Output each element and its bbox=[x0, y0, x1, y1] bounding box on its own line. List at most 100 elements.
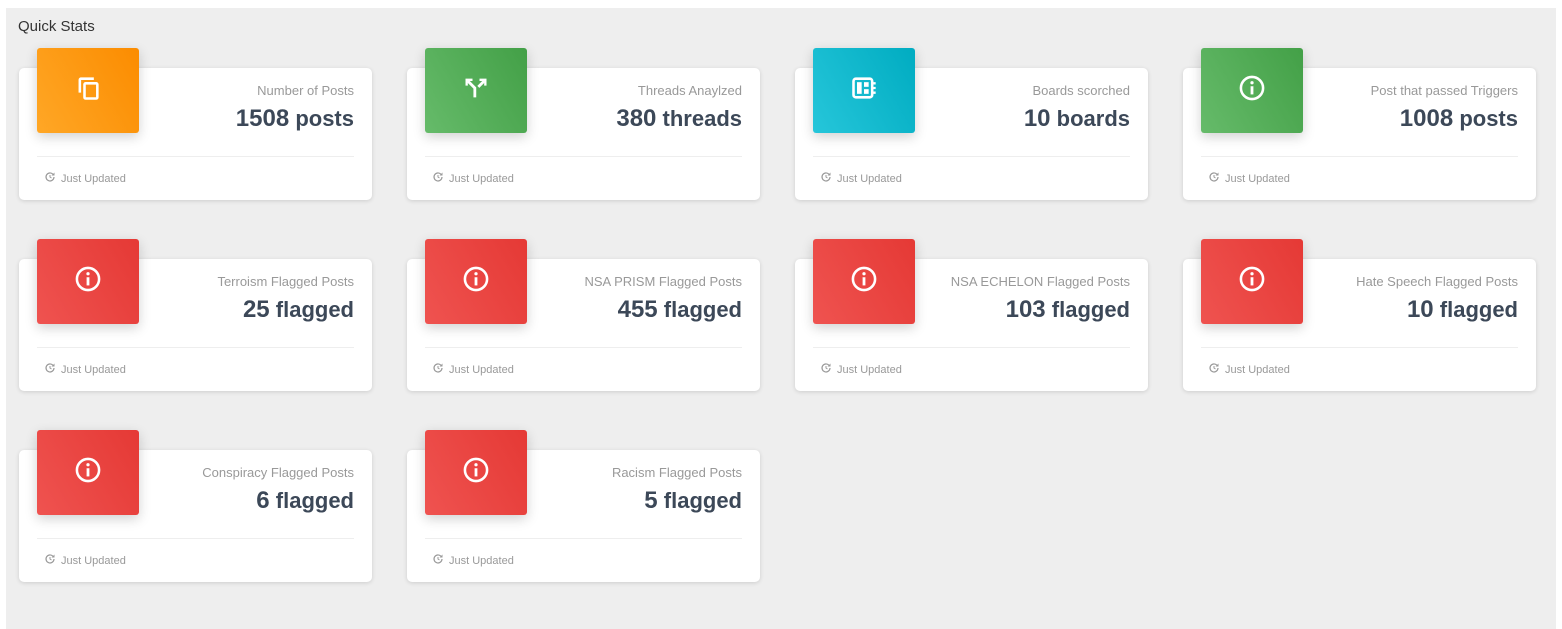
stats-grid: Number of Posts 1508 posts Just Updated … bbox=[19, 48, 1537, 582]
stat-card-unit: flagged bbox=[275, 297, 354, 322]
stat-card-footer: Just Updated bbox=[425, 156, 742, 196]
stat-card-category: Hate Speech Flagged Posts bbox=[1356, 274, 1518, 289]
update-icon bbox=[425, 553, 449, 568]
stat-card-number: 1008 bbox=[1399, 105, 1454, 132]
stat-card-value: 455 flagged bbox=[557, 293, 742, 327]
stat-card-category: Threads Anaylzed bbox=[637, 83, 742, 98]
stat-card-icon-box bbox=[813, 239, 915, 324]
stat-card-unit: posts bbox=[295, 106, 354, 131]
stat-card-number: 5 bbox=[644, 487, 658, 514]
stat-card-terrorism: Terroism Flagged Posts 25 flagged Just U… bbox=[19, 239, 372, 391]
stat-card-value: 1008 posts bbox=[1333, 102, 1518, 136]
stat-card-number: 380 bbox=[616, 105, 657, 132]
stat-card-icon-box bbox=[425, 48, 527, 133]
info-icon bbox=[462, 265, 490, 298]
stat-card-icon-box bbox=[1201, 48, 1303, 133]
stat-card-icon-box bbox=[425, 239, 527, 324]
stat-card-footer-text: Just Updated bbox=[449, 363, 514, 376]
stat-card-footer: Just Updated bbox=[1201, 156, 1518, 196]
stat-card-value: 25 flagged bbox=[169, 293, 354, 327]
stat-card-category: Racism Flagged Posts bbox=[611, 465, 742, 480]
update-icon bbox=[425, 362, 449, 377]
call-split-icon bbox=[462, 74, 490, 107]
stat-card-footer: Just Updated bbox=[813, 347, 1130, 387]
stat-card-value: 6 flagged bbox=[169, 484, 354, 518]
stat-card-category: Number of Posts bbox=[257, 83, 354, 98]
stat-card-category: Post that passed Triggers bbox=[1370, 83, 1518, 98]
stat-card-icon-box bbox=[425, 430, 527, 515]
update-icon bbox=[1201, 171, 1225, 186]
stat-card-footer-text: Just Updated bbox=[61, 554, 126, 567]
stat-card-value: 5 flagged bbox=[557, 484, 742, 518]
stat-card-category: Terroism Flagged Posts bbox=[217, 274, 354, 289]
stat-card-unit: posts bbox=[1459, 106, 1518, 131]
stat-card-footer: Just Updated bbox=[425, 347, 742, 387]
stat-card-unit: boards bbox=[1056, 106, 1130, 131]
stat-card-footer: Just Updated bbox=[813, 156, 1130, 196]
info-icon bbox=[462, 456, 490, 489]
stat-card-number: 1508 bbox=[235, 105, 290, 132]
info-icon bbox=[1238, 265, 1266, 298]
update-icon bbox=[37, 171, 61, 186]
info-icon bbox=[74, 265, 102, 298]
stat-card-footer: Just Updated bbox=[425, 538, 742, 578]
update-icon bbox=[813, 171, 837, 186]
stat-card-unit: flagged bbox=[275, 488, 354, 513]
stat-card-number: 103 bbox=[1005, 296, 1046, 323]
copy-icon bbox=[74, 74, 102, 107]
stat-card-number: 455 bbox=[617, 296, 658, 323]
stat-card-footer-text: Just Updated bbox=[61, 363, 126, 376]
stat-card-number: 25 bbox=[242, 296, 270, 323]
stat-card-footer-text: Just Updated bbox=[1225, 363, 1290, 376]
stat-card-icon-box bbox=[37, 430, 139, 515]
stat-card-value: 103 flagged bbox=[945, 293, 1130, 327]
stat-card-footer: Just Updated bbox=[37, 347, 354, 387]
stat-card-number: 10 bbox=[1023, 105, 1051, 132]
stat-card-hate-speech: Hate Speech Flagged Posts 10 flagged Jus… bbox=[1183, 239, 1536, 391]
quick-stats-panel: Quick Stats Number of Posts 1508 posts J… bbox=[6, 8, 1556, 629]
section-title: Quick Stats bbox=[18, 18, 95, 35]
stat-card-posts: Number of Posts 1508 posts Just Updated bbox=[19, 48, 372, 200]
stat-card-unit: flagged bbox=[663, 297, 742, 322]
info-icon bbox=[1238, 74, 1266, 107]
stat-card-category: Boards scorched bbox=[1032, 83, 1130, 98]
stat-card-value: 10 boards bbox=[945, 102, 1130, 136]
stat-card-unit: flagged bbox=[1051, 297, 1130, 322]
stat-card-footer-text: Just Updated bbox=[837, 172, 902, 185]
info-icon bbox=[74, 456, 102, 489]
stat-card-category: Conspiracy Flagged Posts bbox=[202, 465, 354, 480]
stat-card-triggers: Post that passed Triggers 1008 posts Jus… bbox=[1183, 48, 1536, 200]
stat-card-unit: threads bbox=[662, 106, 742, 131]
stat-card-footer: Just Updated bbox=[37, 156, 354, 196]
update-icon bbox=[37, 553, 61, 568]
stat-card-threads: Threads Anaylzed 380 threads Just Update… bbox=[407, 48, 760, 200]
update-icon bbox=[425, 171, 449, 186]
update-icon bbox=[37, 362, 61, 377]
stat-card-number: 10 bbox=[1406, 296, 1434, 323]
stat-card-category: NSA ECHELON Flagged Posts bbox=[950, 274, 1130, 289]
stat-card-number: 6 bbox=[256, 487, 270, 514]
stat-card-footer-text: Just Updated bbox=[449, 554, 514, 567]
stat-card-icon-box bbox=[813, 48, 915, 133]
stat-card-unit: flagged bbox=[1439, 297, 1518, 322]
stat-card-footer-text: Just Updated bbox=[61, 172, 126, 185]
stat-card-nsa-echelon: NSA ECHELON Flagged Posts 103 flagged Ju… bbox=[795, 239, 1148, 391]
info-icon bbox=[850, 265, 878, 298]
stat-card-icon-box bbox=[1201, 239, 1303, 324]
stat-card-conspiracy: Conspiracy Flagged Posts 6 flagged Just … bbox=[19, 430, 372, 582]
stat-card-icon-box bbox=[37, 48, 139, 133]
developer-board-icon bbox=[850, 74, 878, 107]
stat-card-footer: Just Updated bbox=[1201, 347, 1518, 387]
stat-card-value: 10 flagged bbox=[1333, 293, 1518, 327]
stat-card-footer: Just Updated bbox=[37, 538, 354, 578]
stat-card-unit: flagged bbox=[663, 488, 742, 513]
stat-card-footer-text: Just Updated bbox=[1225, 172, 1290, 185]
update-icon bbox=[1201, 362, 1225, 377]
stat-card-value: 1508 posts bbox=[169, 102, 354, 136]
stat-card-boards: Boards scorched 10 boards Just Updated bbox=[795, 48, 1148, 200]
stat-card-racism: Racism Flagged Posts 5 flagged Just Upda… bbox=[407, 430, 760, 582]
stat-card-footer-text: Just Updated bbox=[837, 363, 902, 376]
stat-card-footer-text: Just Updated bbox=[449, 172, 514, 185]
stat-card-nsa-prism: NSA PRISM Flagged Posts 455 flagged Just… bbox=[407, 239, 760, 391]
stat-card-value: 380 threads bbox=[557, 102, 742, 136]
